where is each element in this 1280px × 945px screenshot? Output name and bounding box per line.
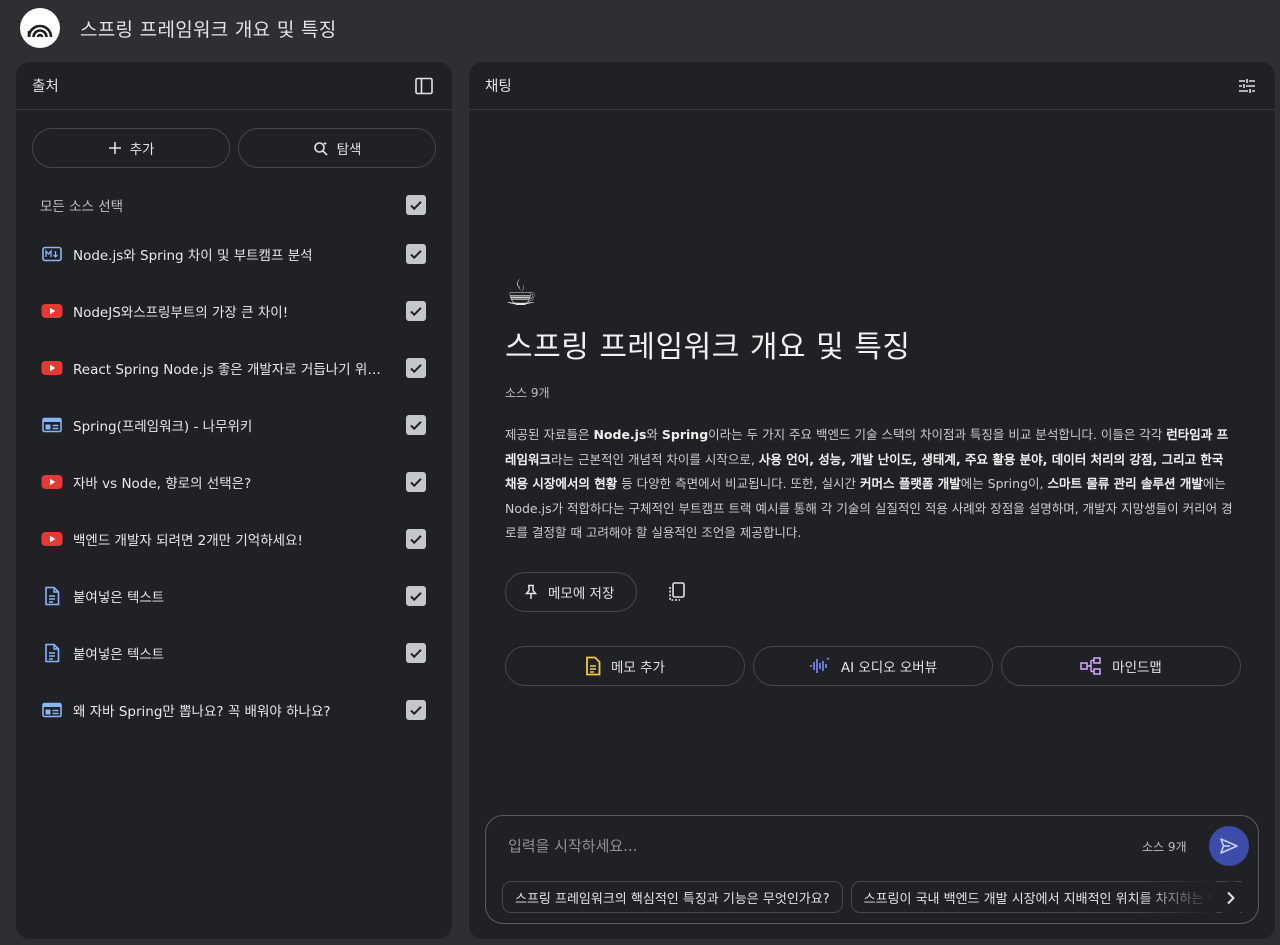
- source-checkbox[interactable]: [406, 699, 426, 720]
- markdown-icon: [41, 243, 63, 265]
- audio-wave-icon: [810, 656, 830, 673]
- chat-input[interactable]: [508, 834, 1108, 858]
- notebook-emoji: ☕: [505, 273, 538, 314]
- source-checkbox[interactable]: [406, 528, 426, 549]
- suggestions-fade: [1136, 879, 1216, 915]
- select-all-checkbox[interactable]: [406, 195, 426, 215]
- source-actions: 추가 탐색: [16, 110, 452, 168]
- sources-title: 출처: [32, 79, 59, 95]
- select-all-row: 모든 소스 선택: [16, 185, 452, 225]
- summary-actions: 메모에 저장: [505, 571, 1241, 612]
- add-note-label: 메모 추가: [611, 659, 665, 676]
- notebook-logo-icon: [27, 24, 53, 38]
- source-item-label: Node.js와 Spring 차이 및 부트캠프 분석: [73, 247, 313, 264]
- notebook-title: 스프링 프레임워크 개요 및 특징: [505, 330, 911, 365]
- source-item[interactable]: 자바 vs Node, 향로의 선택은?: [16, 453, 452, 510]
- youtube-icon: [41, 357, 63, 379]
- web-icon: [41, 414, 63, 436]
- chat-settings-icon[interactable]: [1235, 74, 1259, 98]
- add-source-button[interactable]: 추가: [32, 128, 230, 168]
- source-item[interactable]: Node.js와 Spring 차이 및 부트캠프 분석: [16, 225, 452, 282]
- source-checkbox[interactable]: [406, 471, 426, 492]
- source-item[interactable]: React Spring Node.js 좋은 개발자로 거듭나기 위해 ...: [16, 339, 452, 396]
- copy-icon[interactable]: [665, 580, 689, 604]
- chat-header: 채팅: [469, 62, 1275, 110]
- check-icon: [410, 705, 422, 715]
- youtube-icon: [41, 528, 63, 550]
- source-checkbox[interactable]: [406, 357, 426, 378]
- source-checkbox[interactable]: [406, 300, 426, 321]
- sources-panel: 출처 추가 탐색 모든 소스 선택 Node.js와 Spring 차이 및 부…: [16, 62, 452, 939]
- notebook-summary: 제공된 자료들은 Node.js와 Spring이라는 두 가지 주요 백엔드 …: [505, 427, 1233, 540]
- audio-overview-label: AI 오디오 오버뷰: [840, 659, 938, 676]
- check-icon: [410, 534, 422, 544]
- source-count: 소스 9개: [505, 386, 550, 400]
- note-icon: [586, 656, 601, 675]
- add-source-label: 추가: [129, 142, 155, 158]
- search-spark-icon: [313, 141, 328, 156]
- collapse-panel-icon[interactable]: [412, 74, 436, 98]
- source-checkbox[interactable]: [406, 243, 426, 264]
- save-to-note-label: 메모에 저장: [548, 585, 615, 602]
- source-checkbox[interactable]: [406, 585, 426, 606]
- notebook-title-header[interactable]: 스프링 프레임워크 개요 및 특징: [80, 15, 337, 42]
- plus-icon: [108, 142, 121, 154]
- discover-sources-button[interactable]: 탐색: [238, 128, 436, 168]
- check-icon: [410, 420, 422, 430]
- check-icon: [410, 249, 422, 259]
- check-icon: [410, 648, 422, 658]
- next-suggestions-button[interactable]: [1214, 881, 1248, 915]
- check-icon: [410, 306, 422, 316]
- notebook-overview: ☕ 스프링 프레임워크 개요 및 특징 소스 9개 제공된 자료들은 Node.…: [505, 272, 1241, 686]
- web-icon: [41, 699, 63, 721]
- suggested-questions: 스프링 프레임워크의 핵심적인 특징과 기능은 무엇인가요? 스프링이 국내 백…: [502, 881, 1242, 915]
- source-item[interactable]: 붙여넣은 텍스트: [16, 624, 452, 681]
- mind-map-button[interactable]: 마인드맵: [1001, 645, 1241, 686]
- send-icon: [1220, 838, 1238, 854]
- add-note-button[interactable]: 메모 추가: [505, 645, 745, 686]
- chat-panel: 채팅 ☕ 스프링 프레임워크 개요 및 특징 소스 9개 제공된 자료들은 No…: [469, 62, 1275, 939]
- check-icon: [410, 201, 422, 211]
- select-all-label: 모든 소스 선택: [40, 199, 124, 215]
- check-icon: [410, 363, 422, 373]
- chat-title: 채팅: [485, 79, 512, 95]
- source-checkbox[interactable]: [406, 642, 426, 663]
- source-item-label: 붙여넣은 텍스트: [73, 589, 165, 606]
- app-logo[interactable]: [20, 8, 60, 48]
- check-icon: [410, 477, 422, 487]
- source-item[interactable]: NodeJS와스프링부트의 가장 큰 차이!: [16, 282, 452, 339]
- youtube-icon: [41, 471, 63, 493]
- source-item[interactable]: 붙여넣은 텍스트: [16, 567, 452, 624]
- suggestion-chip[interactable]: 스프링 프레임워크의 핵심적인 특징과 기능은 무엇인가요?: [502, 881, 843, 913]
- top-bar: 스프링 프레임워크 개요 및 특징: [0, 0, 1280, 56]
- source-item-label: React Spring Node.js 좋은 개발자로 거듭나기 위해 ...: [73, 361, 397, 378]
- document-icon: [41, 585, 63, 607]
- discover-sources-label: 탐색: [336, 142, 362, 158]
- save-to-note-button[interactable]: 메모에 저장: [505, 571, 638, 612]
- studio-tools: 메모 추가 AI 오디오 오버뷰 마인드맵: [505, 645, 1241, 686]
- mind-map-label: 마인드맵: [1112, 659, 1162, 676]
- source-item-label: NodeJS와스프링부트의 가장 큰 차이!: [73, 304, 289, 321]
- source-item-label: 백엔드 개발자 되려면 2개만 기억하세요!: [73, 532, 303, 549]
- source-item-label: 자바 vs Node, 향로의 선택은?: [73, 475, 252, 492]
- chat-composer: 소스 9개 스프링 프레임워크의 핵심적인 특징과 기능은 무엇인가요? 스프링…: [485, 815, 1259, 924]
- sources-header: 출처: [16, 62, 452, 110]
- composer-source-count: 소스 9개: [1142, 840, 1187, 854]
- youtube-icon: [41, 300, 63, 322]
- source-list: Node.js와 Spring 차이 및 부트캠프 분석 NodeJS와스프링부트…: [16, 225, 452, 738]
- source-checkbox[interactable]: [406, 414, 426, 435]
- mind-map-icon: [1080, 656, 1101, 675]
- source-item[interactable]: Spring(프레임워크) - 나무위키: [16, 396, 452, 453]
- check-icon: [410, 591, 422, 601]
- document-icon: [41, 642, 63, 664]
- pin-icon: [524, 584, 538, 599]
- source-item[interactable]: 백엔드 개발자 되려면 2개만 기억하세요!: [16, 510, 452, 567]
- send-button[interactable]: [1209, 826, 1249, 866]
- source-item-label: Spring(프레임워크) - 나무위키: [73, 418, 253, 435]
- source-item-label: 왜 자바 Spring만 뽑나요? 꼭 배워야 하나요?: [73, 703, 331, 720]
- audio-overview-button[interactable]: AI 오디오 오버뷰: [753, 645, 993, 686]
- source-item-label: 붙여넣은 텍스트: [73, 646, 165, 663]
- chevron-right-icon: [1227, 891, 1235, 905]
- source-item[interactable]: 왜 자바 Spring만 뽑나요? 꼭 배워야 하나요?: [16, 681, 452, 738]
